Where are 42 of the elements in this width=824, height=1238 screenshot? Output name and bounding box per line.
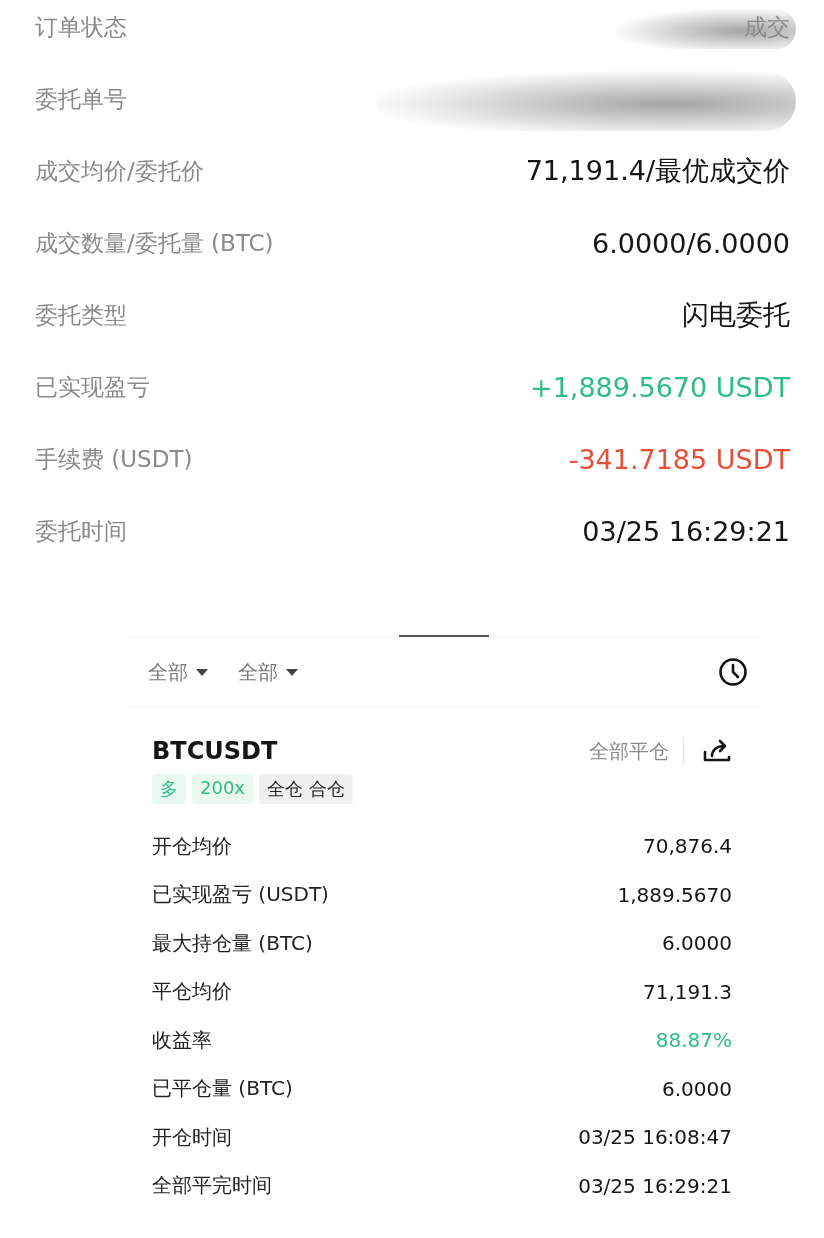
detail-value: 6.0000 <box>662 931 732 956</box>
clock-icon[interactable] <box>718 657 748 687</box>
field-label: 成交数量/委托量 (BTC) <box>35 228 274 258</box>
field-label: 委托单号 <box>35 84 127 114</box>
field-value: +1,889.5670 USDT <box>530 371 790 403</box>
field-label: 订单状态 <box>35 12 127 42</box>
detail-label: 最大持仓量 (BTC) <box>152 929 313 957</box>
position-tag: 200x <box>192 774 253 804</box>
detail-label: 已实现盈亏 (USDT) <box>152 881 329 909</box>
detail-value: 1,889.5670 <box>617 882 732 907</box>
detail-label: 已平仓量 (BTC) <box>152 1075 293 1103</box>
field-label: 委托类型 <box>35 300 127 330</box>
field-value: 闪电委托 <box>682 298 790 332</box>
field-value: 03/25 16:29:21 <box>582 515 790 547</box>
detail-value: 71,191.3 <box>642 979 732 1004</box>
position-tag: 全仓 合仓 <box>259 774 353 804</box>
position-tag: 多 <box>152 774 186 804</box>
symbol-title: BTCUSDT <box>152 737 278 765</box>
detail-value: 70,876.4 <box>642 834 732 859</box>
caret-icon <box>286 668 298 676</box>
field-value: 71,191.4/最优成交价 <box>525 154 790 188</box>
detail-label: 开仓均价 <box>152 832 232 860</box>
detail-value: 03/25 16:29:21 <box>578 1173 732 1198</box>
field-label: 手续费 (USDT) <box>35 444 193 474</box>
field-label: 委托时间 <box>35 516 127 546</box>
field-value: 成交 <box>744 12 790 42</box>
detail-label: 平仓均价 <box>152 978 232 1006</box>
detail-label: 收益率 <box>152 1026 212 1054</box>
field-label: 成交均价/委托价 <box>35 156 204 186</box>
detail-value: 03/25 16:08:47 <box>578 1125 732 1150</box>
field-label: 已实现盈亏 <box>35 372 150 402</box>
detail-value: 88.87% <box>655 1028 732 1053</box>
detail-label: 全部平完时间 <box>152 1172 272 1200</box>
field-value: -341.7185 USDT <box>568 443 790 475</box>
filter-dropdown[interactable]: 全部 <box>148 658 208 686</box>
caret-icon <box>196 668 208 676</box>
share-icon[interactable] <box>702 738 732 764</box>
detail-value: 6.0000 <box>662 1076 732 1101</box>
detail-label: 开仓时间 <box>152 1123 232 1151</box>
field-value: 6.0000/6.0000 <box>591 227 790 259</box>
close-all-button[interactable]: 全部平仓 <box>589 737 684 765</box>
filter-dropdown[interactable]: 全部 <box>238 658 298 686</box>
